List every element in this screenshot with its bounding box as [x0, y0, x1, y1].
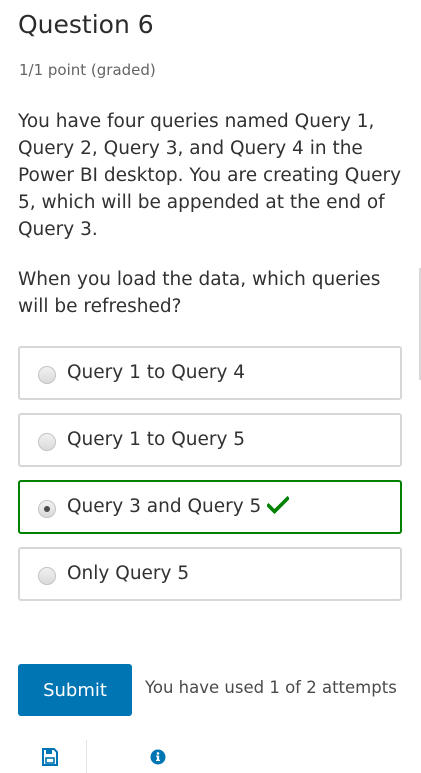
save-button[interactable]: [39, 746, 61, 768]
option-label: Query 1 to Query 5: [67, 429, 246, 450]
info-circle-icon: [150, 749, 166, 765]
option-label: Query 3 and Query 5: [67, 496, 262, 517]
radio-button[interactable]: [38, 433, 56, 451]
answer-option-3[interactable]: Query 3 and Query 5: [18, 480, 402, 534]
question-ask: When you load the data, which queries wi…: [18, 269, 381, 317]
answer-option-2[interactable]: Query 1 to Query 5: [18, 413, 402, 467]
floppy-disk-icon: [42, 748, 58, 766]
footer-divider: [86, 740, 87, 773]
points-status: 1/1 point (graded): [19, 61, 156, 79]
option-label: Only Query 5: [67, 563, 190, 584]
question-title: Question 6: [18, 10, 154, 39]
answer-option-4[interactable]: Only Query 5: [18, 547, 402, 601]
option-label: Query 1 to Query 4: [67, 362, 246, 383]
question-prompt: You have four queries named Query 1, Que…: [18, 111, 402, 240]
checkmark-icon: [267, 496, 290, 514]
radio-button[interactable]: [38, 567, 56, 585]
answer-option-1[interactable]: Query 1 to Query 4: [18, 346, 402, 400]
submit-button[interactable]: Submit: [18, 664, 132, 716]
radio-button-selected[interactable]: [38, 500, 56, 518]
radio-button[interactable]: [38, 366, 56, 384]
attempts-status: You have used 1 of 2 attempts: [145, 678, 397, 697]
info-button[interactable]: [147, 746, 169, 768]
option-label-wrap: Query 3 and Query 5: [67, 482, 290, 532]
